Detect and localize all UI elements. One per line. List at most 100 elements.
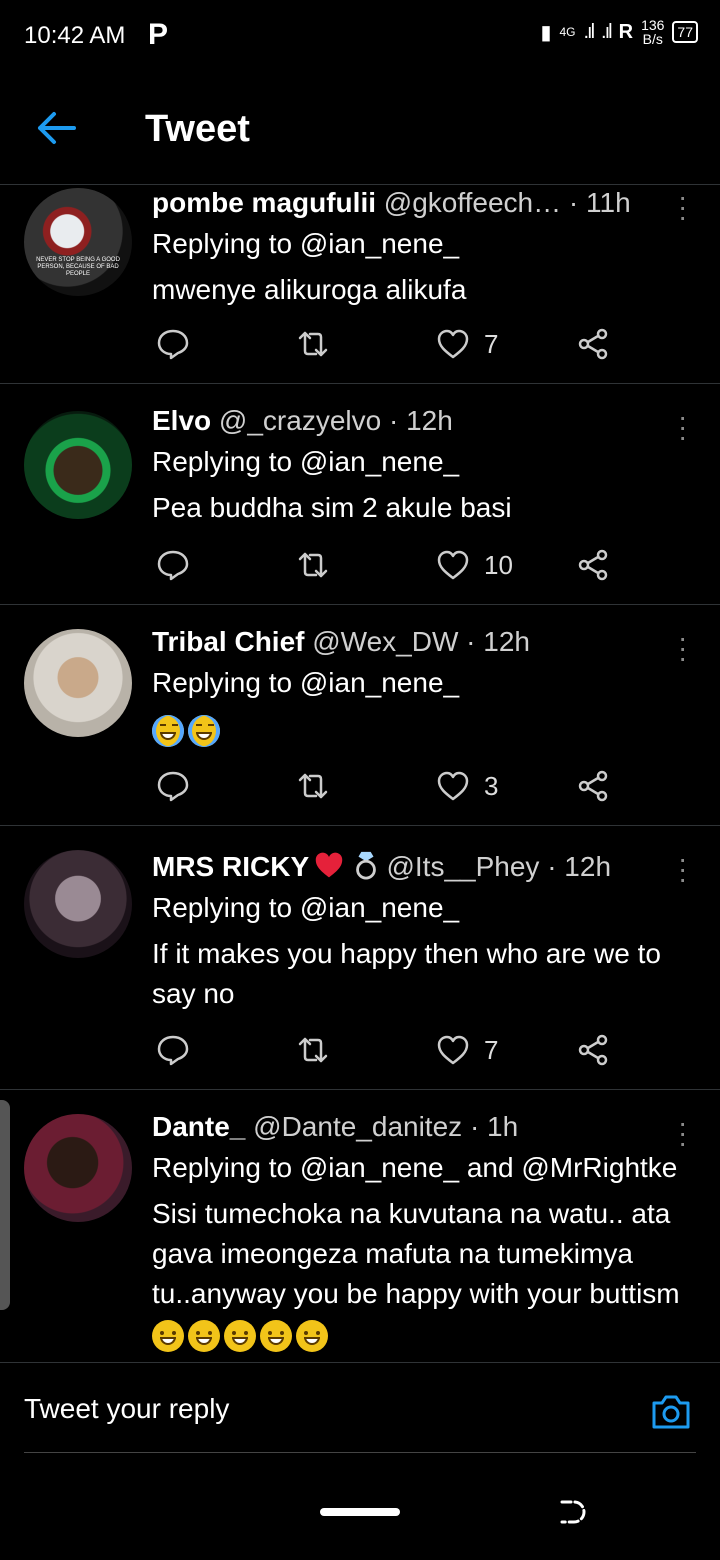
replying-to[interactable]: Replying to @ian_nene_	[152, 891, 690, 925]
author-name[interactable]: Elvo	[152, 405, 211, 436]
tweet-content: Elvo @_crazyelvo · 12h Replying to @ian_…	[152, 404, 690, 528]
more-options-icon[interactable]: · · ·	[678, 845, 687, 893]
retweet-button[interactable]	[296, 766, 330, 806]
grinning-emoji-icon	[260, 1319, 292, 1352]
share-icon	[578, 549, 608, 581]
reply-button[interactable]	[156, 766, 190, 806]
tweet-time: · 12h	[547, 851, 612, 882]
tweet-item[interactable]: NEVER STOP BEING A GOOD PERSON, BECAUSE …	[0, 183, 720, 384]
author-handle: @Wex_DW	[312, 626, 459, 657]
retweet-icon	[298, 552, 328, 578]
more-options-icon[interactable]: · · ·	[678, 624, 687, 672]
edge-panel-handle[interactable]	[0, 1100, 10, 1310]
replying-to[interactable]: Replying to @ian_nene_	[152, 227, 690, 261]
like-button[interactable]: 7	[436, 1030, 498, 1070]
grinning-emoji-icon	[188, 1319, 220, 1352]
comment-icon	[157, 1035, 189, 1066]
tweet-text-content: Sisi tumechoka na kuvutana na watu.. ata…	[152, 1198, 680, 1309]
share-icon	[578, 770, 608, 802]
tweet-actions: 7	[152, 1030, 632, 1070]
network-speed: 136 B/s	[641, 18, 664, 46]
author-name[interactable]: Tribal Chief	[152, 626, 304, 657]
replying-to[interactable]: Replying to @ian_nene_	[152, 666, 690, 700]
author-name[interactable]: MRS RICKY	[152, 851, 309, 882]
heart-icon	[437, 329, 469, 359]
heart-icon	[437, 1035, 469, 1065]
tweet-time: · 1h	[469, 1111, 519, 1142]
like-count: 10	[484, 549, 513, 580]
like-button[interactable]: 10	[436, 545, 513, 585]
home-gesture-bar[interactable]	[320, 1508, 400, 1516]
tweet-text: Pea buddha sim 2 akule basi	[152, 492, 512, 523]
camera-icon[interactable]	[648, 1389, 694, 1435]
tweet-actions: 10	[152, 545, 632, 585]
author-handle: @Dante_danitez	[253, 1111, 463, 1142]
reply-composer[interactable]: Tweet your reply	[0, 1363, 720, 1453]
comment-icon	[157, 550, 189, 581]
share-button[interactable]	[576, 324, 610, 364]
back-gesture-icon[interactable]	[556, 1496, 588, 1528]
author-name[interactable]: Dante_	[152, 1111, 245, 1142]
tweet-time: · 11h	[568, 187, 631, 218]
tweet-item[interactable]: MRS RICKY @Its__Phey · 12h Replying to @…	[0, 826, 720, 1090]
more-options-icon[interactable]: · · ·	[678, 403, 687, 451]
reply-button[interactable]	[156, 324, 190, 364]
tweet-actions: 7	[152, 324, 632, 364]
grinning-emoji-icon	[152, 1319, 184, 1352]
avatar[interactable]: NEVER STOP BEING A GOOD PERSON, BECAUSE …	[24, 188, 132, 296]
more-options-icon[interactable]: · · ·	[678, 183, 687, 231]
retweet-button[interactable]	[296, 1030, 330, 1070]
reply-input[interactable]: Tweet your reply	[24, 1393, 229, 1425]
tweet-time: · 12h	[388, 405, 453, 436]
reply-button[interactable]	[156, 545, 190, 585]
replying-to[interactable]: Replying to @ian_nene_	[152, 445, 690, 479]
tweet-time: · 12h	[466, 626, 530, 657]
app-indicator-icon: P	[148, 18, 169, 51]
heart-icon	[437, 550, 469, 580]
status-time: 10:42 AM	[24, 22, 126, 49]
tweet-item[interactable]: Tribal Chief @Wex_DW · 12h Replying to @…	[0, 605, 720, 826]
more-options-icon[interactable]: · · ·	[678, 1109, 687, 1157]
arrow-left-icon[interactable]	[34, 110, 78, 146]
status-icons: ▮ 4G .ıl .ıl R 136 B/s 77	[540, 18, 698, 46]
author-name[interactable]: pombe magufulii	[152, 187, 376, 218]
avatar[interactable]	[24, 1114, 132, 1222]
author-handle: @Its__Phey	[386, 851, 540, 882]
like-button[interactable]: 7	[436, 324, 498, 364]
speed-unit: B/s	[642, 31, 663, 47]
reply-button[interactable]	[156, 1030, 190, 1070]
like-count: 7	[484, 1034, 499, 1065]
like-count: 7	[484, 328, 499, 359]
ring-emoji-icon	[355, 851, 376, 880]
tweet-item[interactable]: Elvo @_crazyelvo · 12h Replying to @ian_…	[0, 384, 720, 605]
roaming-indicator: R	[618, 20, 634, 43]
page-header: Tweet	[0, 72, 720, 184]
heart-icon	[437, 771, 469, 801]
share-button[interactable]	[576, 545, 610, 585]
tweet-header: Dante_ @Dante_danitez · 1h	[152, 1110, 690, 1144]
tweet-header: MRS RICKY @Its__Phey · 12h	[152, 850, 690, 884]
share-button[interactable]	[576, 1030, 610, 1070]
like-count: 3	[484, 770, 499, 801]
tweet-header: pombe magufulii @gkoffeech… · 11h	[152, 186, 690, 220]
retweet-icon	[298, 331, 328, 357]
tweet-text: mwenye alikuroga alikufa	[152, 274, 467, 305]
retweet-button[interactable]	[296, 324, 330, 364]
avatar[interactable]	[24, 850, 132, 958]
like-button[interactable]: 3	[436, 766, 498, 806]
status-bar: 10:42 AM P ▮ 4G .ıl .ıl R 136 B/s 77	[0, 0, 720, 72]
signal-icon-2: .ıl	[601, 20, 612, 43]
comment-icon	[157, 771, 189, 802]
avatar[interactable]	[24, 411, 132, 519]
share-button[interactable]	[576, 766, 610, 806]
tears-of-joy-emoji-icon	[188, 714, 220, 747]
tweet-content: Dante_ @Dante_danitez · 1h Replying to @…	[152, 1110, 690, 1354]
page-title: Tweet	[145, 108, 250, 150]
tweet-item[interactable]: Dante_ @Dante_danitez · 1h Replying to @…	[0, 1090, 720, 1363]
replying-to[interactable]: Replying to @ian_nene_ and @MrRightke	[152, 1151, 690, 1185]
retweet-button[interactable]	[296, 545, 330, 585]
retweet-icon	[298, 1037, 328, 1063]
grinning-emoji-icon	[296, 1319, 328, 1352]
avatar[interactable]	[24, 629, 132, 737]
tweet-text: If it makes you happy then who are we to…	[152, 938, 661, 1009]
